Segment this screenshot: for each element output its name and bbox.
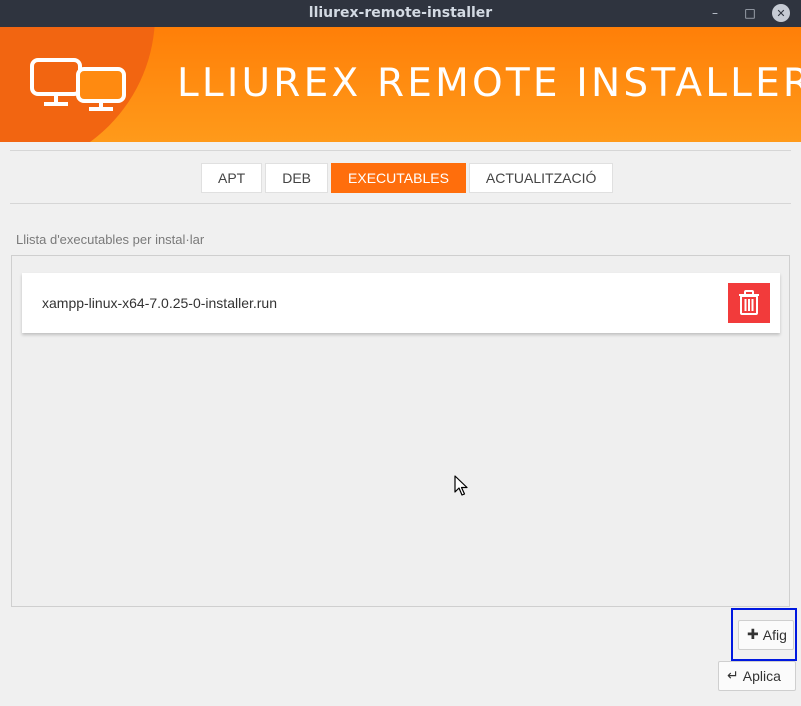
plus-icon: ✚	[747, 627, 759, 643]
close-icon[interactable]: ✕	[772, 4, 790, 22]
app-banner: LLIUREX REMOTE INSTALLER	[0, 27, 801, 142]
tab-actualitzacio[interactable]: ACTUALITZACIÓ	[468, 163, 614, 193]
add-button[interactable]: ✚ Afig	[738, 620, 794, 650]
window-title: lliurex-remote-installer	[308, 5, 493, 21]
enter-icon: ↵	[727, 668, 739, 684]
divider-top	[10, 150, 791, 151]
add-button-label: Afig	[762, 627, 787, 643]
tab-executables[interactable]: EXECUTABLES	[331, 163, 466, 193]
delete-button[interactable]	[728, 283, 770, 323]
apply-button-label: Aplica	[742, 668, 781, 684]
list-item[interactable]: xampp-linux-x64-7.0.25-0-installer.run	[22, 273, 780, 333]
tab-bar: APT DEB EXECUTABLES ACTUALITZACIÓ	[201, 163, 616, 193]
banner-title: LLIUREX REMOTE INSTALLER	[177, 61, 801, 106]
executables-list[interactable]: xampp-linux-x64-7.0.25-0-installer.run	[11, 255, 790, 607]
minimize-icon[interactable]: –	[706, 4, 724, 22]
maximize-icon[interactable]: □	[741, 4, 759, 22]
tab-apt[interactable]: APT	[201, 163, 263, 193]
mouse-cursor-icon	[454, 475, 468, 496]
list-item-name: xampp-linux-x64-7.0.25-0-installer.run	[42, 295, 277, 311]
trash-icon	[739, 290, 759, 315]
monitors-icon	[30, 58, 126, 111]
apply-button[interactable]: ↵ Aplica	[718, 661, 796, 691]
window-titlebar[interactable]: lliurex-remote-installer – □ ✕	[0, 0, 801, 27]
list-label: Llista d'executables per instal·lar	[16, 232, 205, 247]
divider-tabs	[10, 203, 791, 204]
tab-deb[interactable]: DEB	[265, 163, 329, 193]
